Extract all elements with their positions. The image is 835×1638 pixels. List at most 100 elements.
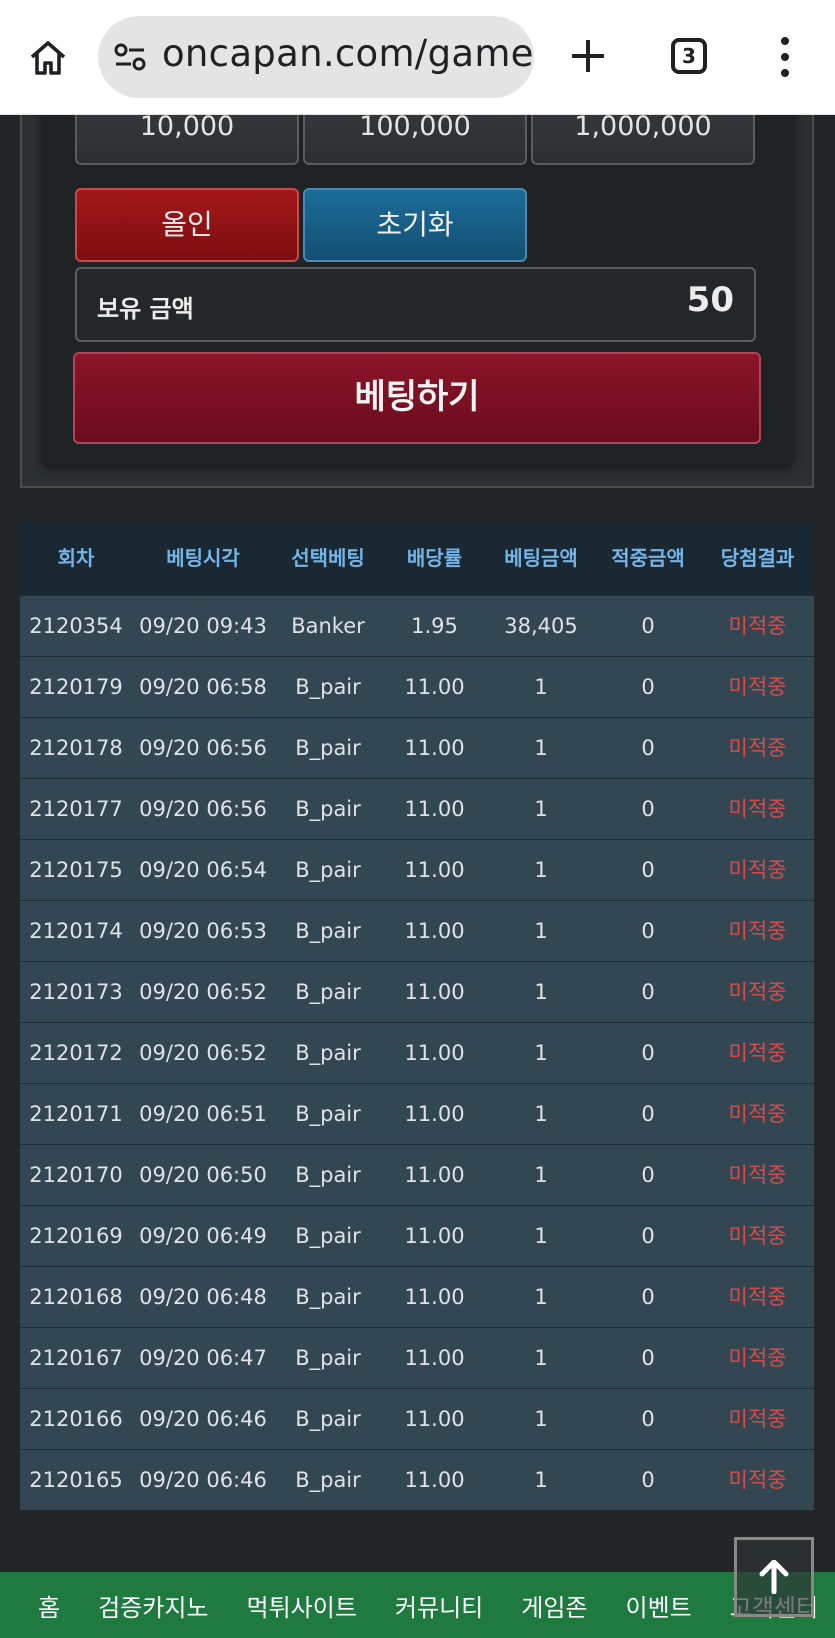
odds-cell: 11.00: [404, 919, 465, 943]
round-cell: 2120354: [29, 614, 123, 638]
url-text[interactable]: oncapan.com/gamezo: [162, 32, 534, 75]
win-amount-cell: 0: [641, 1041, 655, 1065]
bet-amount-cell: 1: [534, 675, 548, 699]
round-cell: 2120175: [29, 858, 123, 882]
selection-cell: B_pair: [295, 858, 361, 882]
table-row: 2120173 09/20 06:52 B_pair 11.00 1 0 미적중: [20, 961, 814, 1022]
new-tab-plus-icon[interactable]: [566, 34, 610, 78]
result-cell: 미적중: [728, 614, 787, 638]
bet-amount-cell: 1: [534, 1468, 548, 1492]
balance-label: 보유 금액: [97, 295, 194, 323]
win-amount-cell: 0: [641, 675, 655, 699]
bet-time-cell: 09/20 06:52: [139, 980, 267, 1004]
bet-time-cell: 09/20 06:46: [139, 1407, 267, 1431]
selection-cell: B_pair: [295, 1041, 361, 1065]
round-cell: 2120179: [29, 675, 123, 699]
win-amount-cell: 0: [641, 736, 655, 760]
column-header: 회차: [57, 546, 95, 570]
win-amount-cell: 0: [641, 858, 655, 882]
table-row: 2120169 09/20 06:49 B_pair 11.00 1 0 미적중: [20, 1205, 814, 1266]
table-row: 2120165 09/20 06:46 B_pair 11.00 1 0 미적중: [20, 1449, 814, 1510]
bet-time-cell: 09/20 06:51: [139, 1102, 267, 1126]
selection-cell: B_pair: [295, 1102, 361, 1126]
selection-cell: B_pair: [295, 919, 361, 943]
odds-cell: 11.00: [404, 1102, 465, 1126]
bet-history-table: 회차 베팅시각 선택베팅 배당률 베팅금액 적중금액 당첨결과 2120354 0…: [20, 522, 814, 1510]
table-row: 2120178 09/20 06:56 B_pair 11.00 1 0 미적중: [20, 717, 814, 778]
home-icon[interactable]: [28, 38, 68, 78]
odds-cell: 11.00: [404, 1041, 465, 1065]
bet-time-cell: 09/20 06:49: [139, 1224, 267, 1248]
bet-amount-cell: 1: [534, 736, 548, 760]
odds-cell: 11.00: [404, 980, 465, 1004]
nav-item-scam-sites[interactable]: 먹튀사이트: [247, 1588, 357, 1623]
allin-button[interactable]: 올인: [75, 188, 299, 262]
round-cell: 2120167: [29, 1346, 123, 1370]
table-body: 2120354 09/20 09:43 Banker 1.95 38,405 0 미적중 21…: [20, 595, 814, 1510]
nav-item-game-zone[interactable]: 게임존: [521, 1588, 587, 1623]
column-header: 베팅시각: [166, 546, 240, 570]
round-cell: 2120172: [29, 1041, 123, 1065]
win-amount-cell: 0: [641, 1285, 655, 1309]
result-cell: 미적중: [728, 797, 787, 821]
reset-button[interactable]: 초기화: [303, 188, 527, 262]
odds-cell: 11.00: [404, 858, 465, 882]
table-row: 2120171 09/20 06:51 B_pair 11.00 1 0 미적중: [20, 1083, 814, 1144]
selection-cell: B_pair: [295, 980, 361, 1004]
bet-amount-cell: 1: [534, 858, 548, 882]
table-row: 2120167 09/20 06:47 B_pair 11.00 1 0 미적중: [20, 1327, 814, 1388]
table-row: 2120166 09/20 06:46 B_pair 11.00 1 0 미적중: [20, 1388, 814, 1449]
round-cell: 2120166: [29, 1407, 123, 1431]
round-cell: 2120169: [29, 1224, 123, 1248]
win-amount-cell: 0: [641, 1468, 655, 1492]
nav-item-home[interactable]: 홈: [38, 1588, 60, 1623]
address-bar[interactable]: oncapan.com/gamezo: [98, 16, 534, 98]
result-cell: 미적중: [728, 1163, 787, 1187]
column-header: 배당률: [406, 546, 463, 570]
bet-time-cell: 09/20 06:58: [139, 675, 267, 699]
nav-item-verified-casino[interactable]: 검증카지노: [98, 1588, 208, 1623]
result-cell: 미적중: [728, 675, 787, 699]
bet-time-cell: 09/20 06:53: [139, 919, 267, 943]
bottom-nav: 홈 검증카지노 먹튀사이트 커뮤니티 게임존 이벤트 고객센터: [0, 1572, 835, 1638]
selection-cell: B_pair: [295, 1224, 361, 1248]
site-settings-icon[interactable]: [114, 42, 146, 72]
nav-item-event[interactable]: 이벤트: [625, 1588, 691, 1623]
odds-cell: 11.00: [404, 797, 465, 821]
more-menu-icon[interactable]: [777, 36, 793, 78]
balance-box: 보유 금액 50: [75, 267, 756, 342]
bet-amount-cell: 1: [534, 1285, 548, 1309]
result-cell: 미적중: [728, 1407, 787, 1431]
table-row: 2120179 09/20 06:58 B_pair 11.00 1 0 미적중: [20, 656, 814, 717]
odds-cell: 11.00: [404, 1346, 465, 1370]
selection-cell: B_pair: [295, 736, 361, 760]
tab-switcher-icon[interactable]: 3: [671, 38, 707, 74]
scroll-top-button[interactable]: [734, 1537, 814, 1617]
column-header: 당첨결과: [720, 546, 795, 570]
bet-amount-cell: 1: [534, 1346, 548, 1370]
bet-time-cell: 09/20 09:43: [139, 614, 267, 638]
round-cell: 2120171: [29, 1102, 123, 1126]
table-row: 2120177 09/20 06:56 B_pair 11.00 1 0 미적중: [20, 778, 814, 839]
bet-time-cell: 09/20 06:54: [139, 858, 267, 882]
result-cell: 미적중: [728, 1102, 787, 1126]
result-cell: 미적중: [728, 919, 787, 943]
odds-cell: 11.00: [404, 736, 465, 760]
bet-amount-cell: 1: [534, 1102, 548, 1126]
result-cell: 미적중: [728, 858, 787, 882]
selection-cell: B_pair: [295, 675, 361, 699]
balance-value: 50: [686, 280, 734, 320]
odds-cell: 11.00: [404, 1407, 465, 1431]
place-bet-button[interactable]: 베팅하기: [73, 352, 761, 444]
column-header: 선택베팅: [291, 546, 365, 570]
column-header: 베팅금액: [504, 546, 578, 570]
win-amount-cell: 0: [641, 919, 655, 943]
result-cell: 미적중: [728, 1285, 787, 1309]
bet-time-cell: 09/20 06:48: [139, 1285, 267, 1309]
bet-time-cell: 09/20 06:47: [139, 1346, 267, 1370]
round-cell: 2120170: [29, 1163, 123, 1187]
result-cell: 미적중: [728, 1468, 787, 1492]
win-amount-cell: 0: [641, 1102, 655, 1126]
nav-item-community[interactable]: 커뮤니티: [395, 1588, 483, 1623]
win-amount-cell: 0: [641, 1346, 655, 1370]
